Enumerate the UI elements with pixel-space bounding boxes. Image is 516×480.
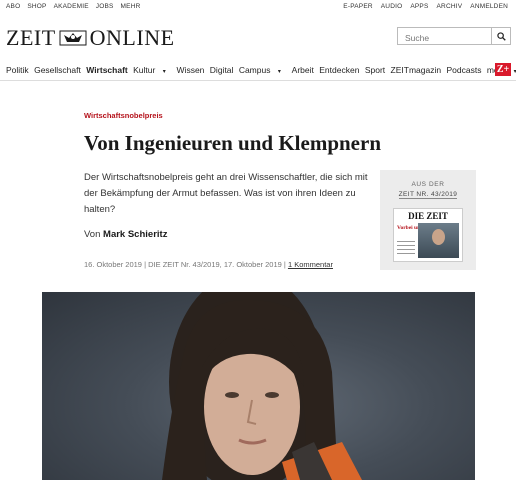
- cover-text-lines: [397, 241, 415, 257]
- comments-link[interactable]: 1 Kommentar: [288, 260, 333, 269]
- top-link-epaper[interactable]: E-PAPER: [343, 3, 372, 10]
- nav-item-politik[interactable]: Politik: [6, 65, 29, 75]
- nav-item-arbeit[interactable]: Arbeit: [292, 65, 314, 75]
- nav-item-gesellschaft[interactable]: Gesellschaft: [34, 65, 81, 75]
- nav-item-sport[interactable]: Sport: [365, 65, 385, 75]
- publish-date: 16. Oktober 2019: [84, 260, 142, 269]
- nav-item-entdecken[interactable]: Entdecken: [319, 65, 359, 75]
- nav-item-kultur-label: Kultur: [133, 65, 156, 75]
- portrait-illustration: [162, 292, 362, 480]
- issue-number-text: ZEIT NR. 43/2019: [398, 191, 458, 199]
- zplus-badge[interactable]: Z+: [495, 63, 511, 76]
- main-navigation: Politik Gesellschaft Wirtschaft Kultur ▾ …: [0, 60, 516, 81]
- print-source: DIE ZEIT Nr. 43/2019, 17. Oktober 2019: [148, 260, 282, 269]
- nav-item-campus[interactable]: Campus ▾: [239, 65, 286, 75]
- nav-item-campus-label: Campus: [238, 65, 271, 75]
- nav-item-podcasts[interactable]: Podcasts: [446, 65, 481, 75]
- top-link-mehr[interactable]: MEHR: [121, 3, 141, 10]
- top-link-anmelden[interactable]: ANMELDEN: [470, 3, 508, 10]
- issue-teaser[interactable]: AUS DER ZEIT NR. 43/2019 DIE ZEIT Vorbei…: [380, 170, 476, 270]
- article-kicker: Wirtschaftsnobelpreis: [84, 111, 163, 120]
- top-bar: ABO SHOP AKADEMIE JOBS MEHR E-PAPER AUDI…: [0, 0, 516, 12]
- byline: Von Mark Schieritz: [84, 229, 167, 240]
- cover-masthead: DIE ZEIT: [408, 211, 448, 221]
- top-link-audio[interactable]: AUDIO: [381, 3, 403, 10]
- nav-item-digital[interactable]: Digital: [210, 65, 234, 75]
- top-link-abo[interactable]: ABO: [6, 3, 20, 10]
- article-hero-image: [42, 292, 475, 480]
- chevron-down-icon: ▾: [277, 69, 281, 75]
- nav-item-wissen[interactable]: Wissen: [177, 65, 205, 75]
- search-button[interactable]: [491, 28, 510, 44]
- top-links-right: E-PAPER AUDIO APPS ARCHIV ANMELDEN: [343, 3, 508, 10]
- top-link-akademie[interactable]: AKADEMIE: [54, 3, 89, 10]
- top-links-left: ABO SHOP AKADEMIE JOBS MEHR: [6, 3, 141, 10]
- byline-prefix: Von: [84, 229, 101, 240]
- search-box: [397, 27, 511, 46]
- nav-item-zeitmagazin[interactable]: ZEITmagazin: [391, 65, 442, 75]
- article-title: Von Ingenieuren und Klempnern: [84, 131, 381, 155]
- search-input[interactable]: [398, 30, 491, 46]
- nav-item-kultur[interactable]: Kultur ▾: [133, 65, 171, 75]
- logo-text-online: ONLINE: [89, 25, 175, 50]
- cover-portrait: [418, 223, 459, 258]
- issue-number: ZEIT NR. 43/2019: [380, 191, 476, 199]
- logo-text-zeit: ZEIT: [6, 25, 56, 50]
- issue-cover-image[interactable]: DIE ZEIT Vorbei und verdammt: [394, 209, 462, 261]
- author-link[interactable]: Mark Schieritz: [103, 229, 167, 240]
- nav-item-wirtschaft[interactable]: Wirtschaft: [86, 65, 127, 75]
- top-link-archiv[interactable]: ARCHIV: [437, 3, 463, 10]
- search-icon: [496, 31, 506, 41]
- eagle-crest-icon: [59, 30, 87, 46]
- article-meta: 16. Oktober 2019 | DIE ZEIT Nr. 43/2019,…: [84, 260, 333, 269]
- chevron-down-icon: ▾: [162, 69, 166, 75]
- zeit-online-logo[interactable]: ZEIT ONLINE: [6, 25, 175, 51]
- article-summary: Der Wirtschaftsnobelpreis geht an drei W…: [84, 172, 368, 215]
- top-link-shop[interactable]: SHOP: [27, 3, 46, 10]
- top-link-apps[interactable]: APPS: [410, 3, 428, 10]
- top-link-jobs[interactable]: JOBS: [96, 3, 114, 10]
- issue-label: AUS DER: [411, 181, 445, 188]
